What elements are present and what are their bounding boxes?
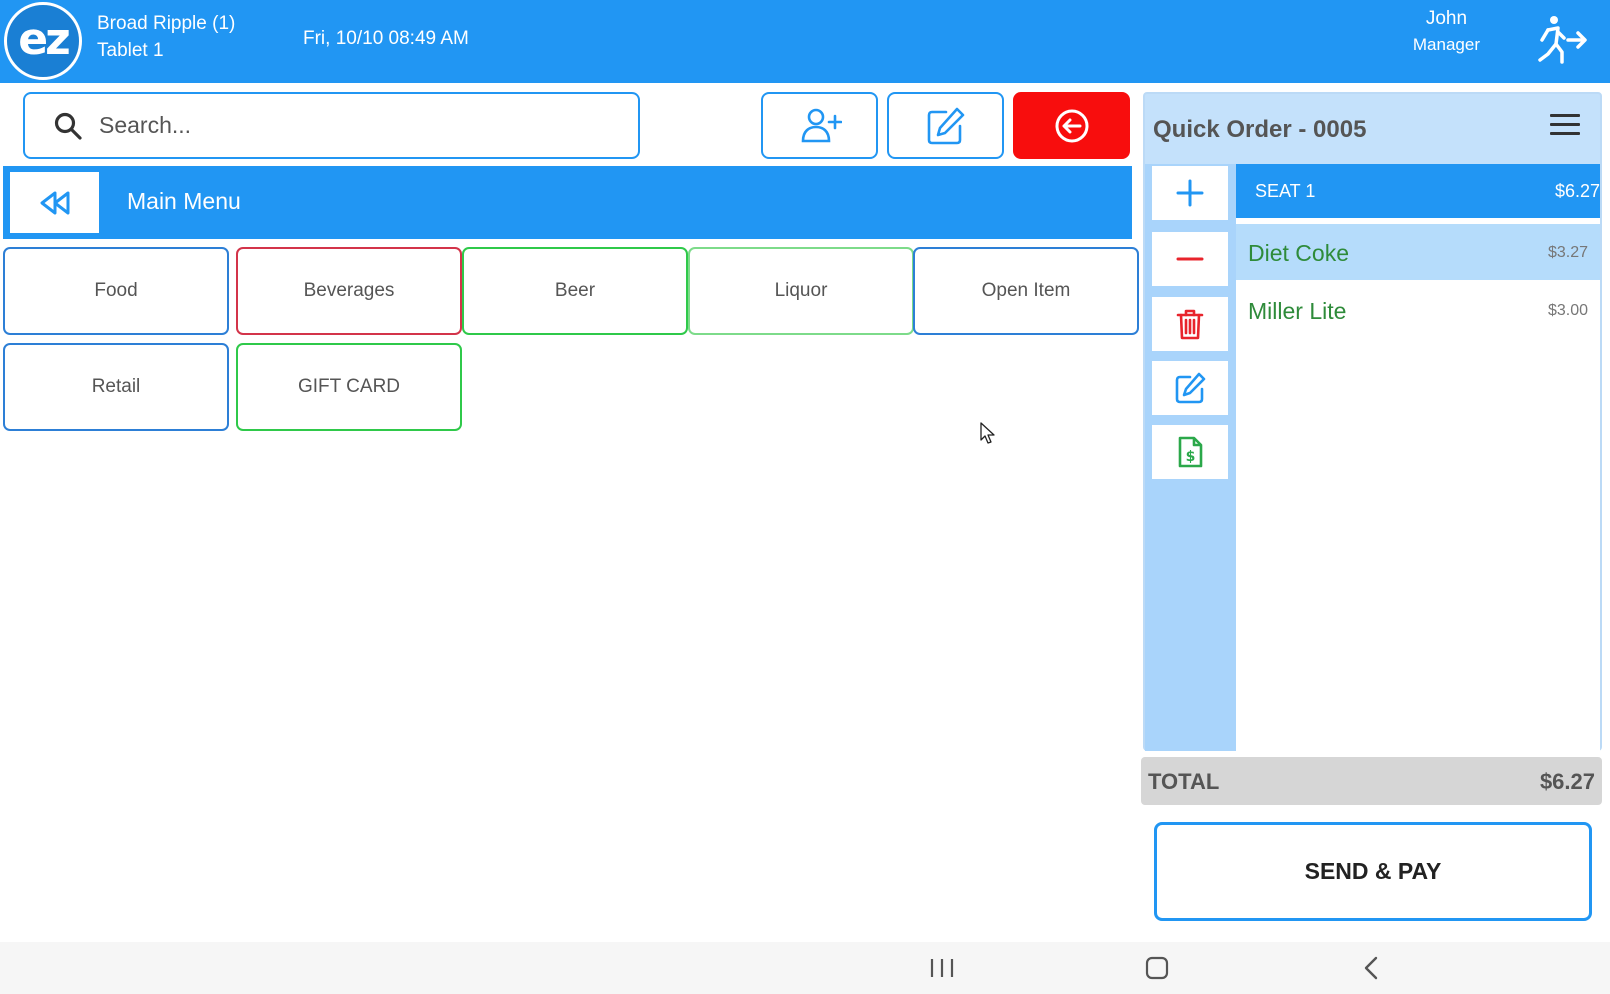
order-panel: Quick Order - 0005 $ SEAT 1 $6.27 Diet C… — [1143, 92, 1602, 751]
send-pay-button[interactable]: SEND & PAY — [1154, 822, 1592, 921]
recent-apps-icon[interactable] — [922, 954, 962, 982]
datetime: Fri, 10/10 08:49 AM — [303, 28, 469, 49]
ez-logo: ez — [4, 2, 82, 80]
exit-order-button[interactable] — [1013, 92, 1130, 159]
edit-icon — [927, 107, 964, 144]
category-food[interactable]: Food — [3, 247, 229, 335]
category-label: Beer — [554, 280, 596, 301]
menu-back-button[interactable] — [10, 172, 99, 233]
seat-label: SEAT 1 — [1255, 181, 1316, 201]
home-icon[interactable] — [1137, 954, 1177, 982]
back-icon[interactable] — [1352, 954, 1392, 982]
plus-icon — [1176, 179, 1204, 207]
svg-text:$: $ — [1186, 449, 1196, 465]
order-title: Quick Order - 0005 — [1153, 116, 1367, 143]
double-chevron-left-icon — [40, 191, 69, 214]
add-quantity-button[interactable] — [1152, 166, 1228, 220]
total-label: TOTAL — [1148, 769, 1220, 794]
category-label: Liquor — [774, 280, 828, 301]
category-beverages[interactable]: Beverages — [236, 247, 462, 335]
remove-quantity-button[interactable] — [1152, 232, 1228, 286]
add-user-icon — [801, 108, 842, 142]
search-box[interactable] — [23, 92, 640, 159]
category-label: Beverages — [303, 280, 395, 301]
item-price: $3.00 — [1547, 302, 1588, 319]
search-input[interactable] — [99, 112, 579, 139]
item-name: Miller Lite — [1248, 298, 1347, 324]
delete-item-button[interactable] — [1152, 297, 1228, 351]
receipt-dollar-icon: $ — [1178, 436, 1203, 468]
edit-icon — [1175, 372, 1206, 404]
add-customer-button[interactable] — [761, 92, 878, 159]
item-name: Diet Coke — [1248, 240, 1349, 266]
total-bar: TOTAL $6.27 — [1141, 757, 1602, 805]
order-item-row[interactable]: Miller Lite $3.00 — [1236, 282, 1600, 338]
app-header: ez Broad Ripple (1) Tablet 1 Fri, 10/10 … — [0, 0, 1610, 83]
category-gift-card[interactable]: GIFT CARD — [236, 343, 462, 431]
mouse-cursor-icon — [980, 422, 995, 444]
category-beer[interactable]: Beer — [462, 247, 688, 335]
category-open-item[interactable]: Open Item — [913, 247, 1139, 335]
menu-title: Main Menu — [127, 188, 241, 214]
location-info: Broad Ripple (1) Tablet 1 — [97, 10, 235, 64]
order-item-row[interactable]: Diet Coke $3.27 — [1236, 224, 1600, 280]
system-nav-bar — [0, 942, 1610, 994]
user-role: Manager — [1412, 35, 1480, 54]
edit-order-button[interactable] — [887, 92, 1004, 159]
order-actions: $ — [1145, 164, 1236, 751]
category-label: GIFT CARD — [297, 376, 401, 397]
user-info: John Manager — [1413, 6, 1480, 58]
category-label: Food — [94, 280, 138, 301]
running-exit-icon[interactable] — [1532, 14, 1588, 66]
user-name: John — [1425, 8, 1468, 29]
order-items: SEAT 1 $6.27 Diet Coke $3.27 Miller Lite… — [1236, 164, 1600, 751]
bill-button[interactable]: $ — [1152, 425, 1228, 479]
category-label: Open Item — [981, 280, 1071, 301]
pos-screen: ez Broad Ripple (1) Tablet 1 Fri, 10/10 … — [0, 0, 1610, 994]
circle-arrow-left-icon — [1055, 109, 1088, 142]
item-price: $3.27 — [1547, 244, 1588, 261]
edit-item-button[interactable] — [1152, 361, 1228, 415]
category-liquor[interactable]: Liquor — [688, 247, 914, 335]
search-icon — [54, 112, 82, 140]
total-value: $6.27 — [1539, 769, 1595, 794]
category-label: Retail — [91, 376, 141, 397]
seat-row[interactable]: SEAT 1 $6.27 — [1236, 164, 1600, 218]
category-retail[interactable]: Retail — [3, 343, 229, 431]
minus-icon — [1176, 257, 1204, 261]
hamburger-icon[interactable] — [1550, 114, 1580, 142]
device-name: Tablet 1 — [97, 40, 164, 61]
trash-icon — [1176, 309, 1204, 340]
location-name: Broad Ripple (1) — [97, 13, 236, 34]
menu-header: Main Menu — [3, 166, 1132, 239]
seat-total: $6.27 — [1554, 181, 1600, 201]
